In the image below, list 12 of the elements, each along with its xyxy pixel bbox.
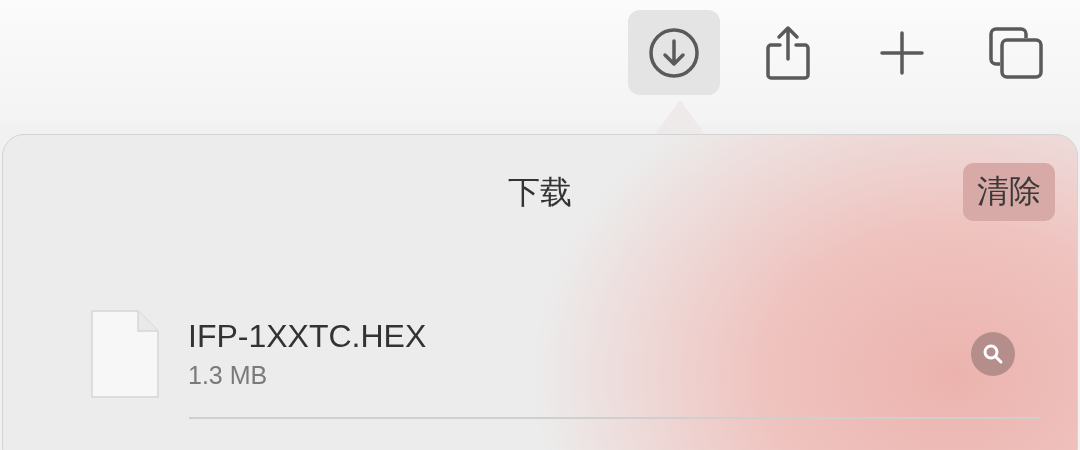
popover-title: 下载 bbox=[508, 173, 572, 212]
plus-icon bbox=[880, 30, 924, 75]
download-icon bbox=[648, 26, 700, 79]
file-icon bbox=[90, 309, 160, 399]
file-size: 1.3 MB bbox=[188, 361, 269, 390]
share-icon bbox=[764, 24, 812, 81]
clear-button[interactable]: 清除 bbox=[963, 163, 1055, 221]
search-icon bbox=[982, 343, 1004, 365]
toolbar-button[interactable] bbox=[628, 10, 720, 95]
file-name: IFP-1XXTC.HEX bbox=[188, 318, 428, 355]
tabs-icon bbox=[988, 25, 1044, 80]
search-button[interactable] bbox=[971, 332, 1015, 376]
